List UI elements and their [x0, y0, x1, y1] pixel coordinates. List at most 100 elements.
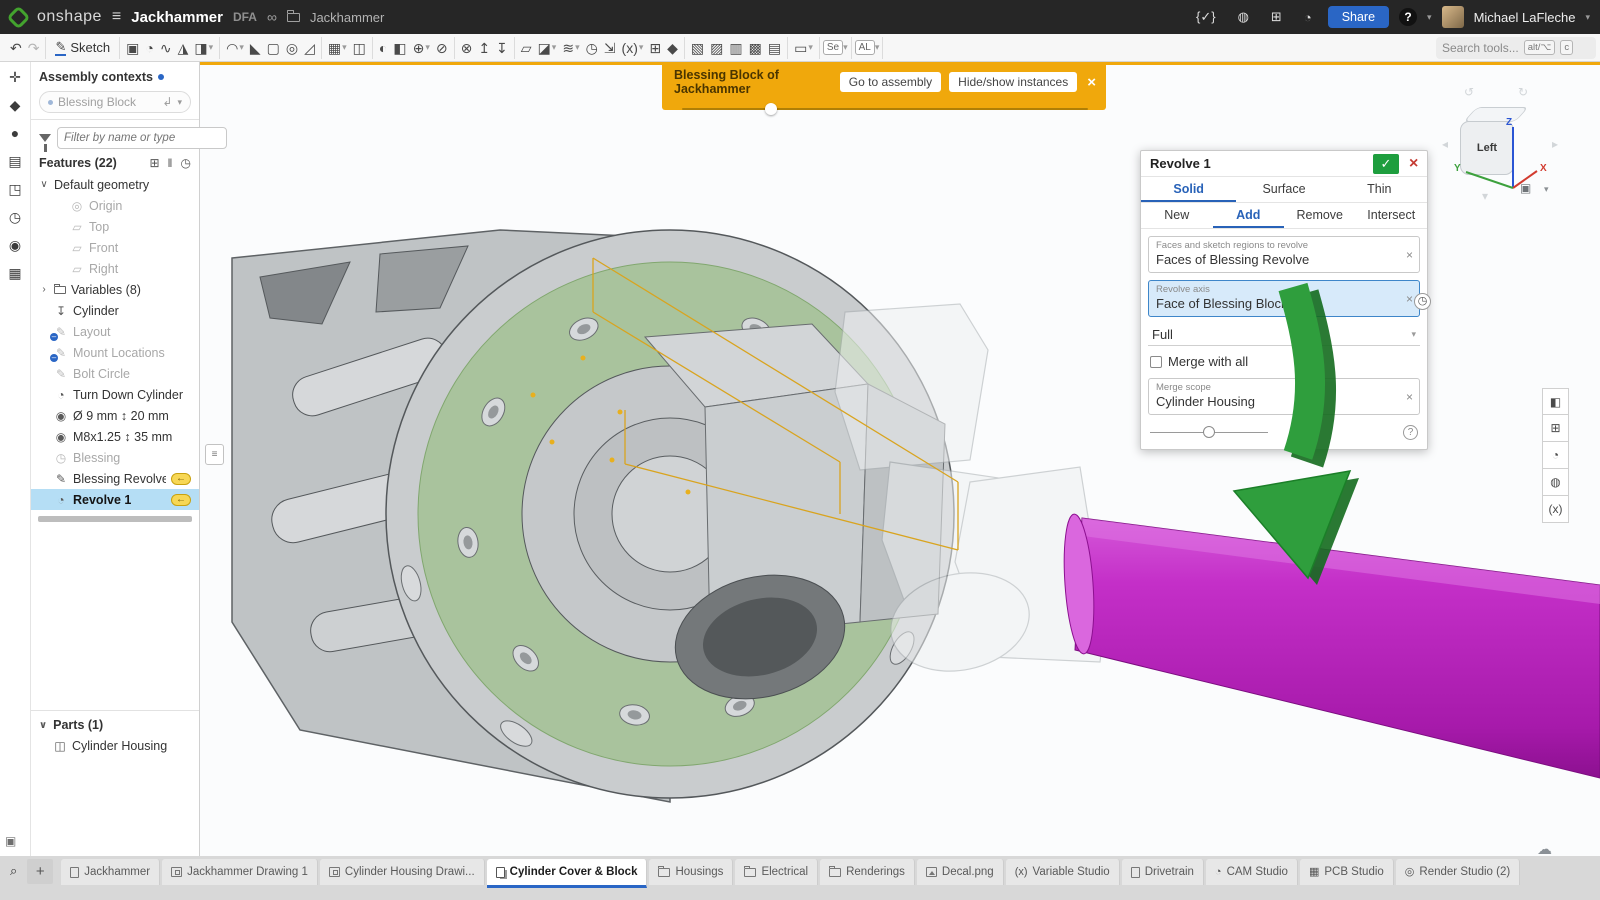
- tool-delete-part-button[interactable]: ⊘: [434, 39, 450, 57]
- tool-import-derived-button[interactable]: ⇲: [602, 39, 618, 57]
- revolve-type-dropdown[interactable]: Full ▾: [1148, 324, 1420, 346]
- rollback-history-icon[interactable]: ◷: [181, 156, 191, 170]
- revolve-axis-field[interactable]: Revolve axis Face of Blessing Block ×: [1148, 280, 1420, 317]
- chevron-down-icon[interactable]: ▾: [639, 42, 644, 53]
- feature-row-m8x1-25-35-mm[interactable]: ◉M8x1.25 ↕ 35 mm: [31, 426, 199, 447]
- view-options-caret-icon[interactable]: ▾: [1544, 184, 1549, 195]
- tool-flat-pattern-button[interactable]: ▭▾: [792, 39, 815, 57]
- chevron-down-icon[interactable]: ▾: [239, 42, 244, 53]
- rollback-bar[interactable]: [38, 516, 192, 522]
- mate-connector-icon[interactable]: ◷: [1414, 293, 1431, 310]
- breadcrumb-folder[interactable]: Jackhammer: [310, 10, 384, 25]
- search-model-icon[interactable]: ◉: [9, 238, 21, 253]
- doc-tab-electrical[interactable]: Electrical: [735, 859, 818, 885]
- render-image-icon[interactable]: ▣: [5, 834, 16, 848]
- context-pill-caret-icon[interactable]: ▾: [177, 97, 182, 108]
- appearance-panel-icon[interactable]: ◧: [1542, 388, 1569, 415]
- comments-icon[interactable]: ●: [11, 126, 19, 141]
- doc-tab-render-studio-2[interactable]: ◎Render Studio (2): [1396, 859, 1520, 885]
- history-icon[interactable]: ◷: [9, 210, 21, 225]
- doc-tab-drivetrain[interactable]: Drivetrain: [1122, 859, 1204, 885]
- tool-delete-face-button[interactable]: ⊗: [459, 39, 475, 57]
- tool-undo-button[interactable]: ↶: [8, 39, 24, 57]
- feature-row-cylinder[interactable]: ↧Cylinder: [31, 300, 199, 321]
- chevron-down-icon[interactable]: ▾: [575, 42, 580, 53]
- dialog-opacity-slider[interactable]: [1150, 432, 1268, 434]
- user-menu-caret-icon[interactable]: ▾: [1585, 12, 1590, 23]
- doc-tab-cylinder-housing-drawi[interactable]: Cylinder Housing Drawi...: [320, 859, 485, 885]
- clear-selection-icon[interactable]: ×: [1406, 390, 1413, 404]
- doc-tab-jackhammer[interactable]: Jackhammer: [61, 859, 160, 885]
- doc-tab-housings[interactable]: Housings: [649, 859, 733, 885]
- selection-filter-badge[interactable]: Se: [823, 40, 843, 55]
- featurescript-icon[interactable]: {✓}: [1196, 9, 1216, 25]
- chevron-down-icon[interactable]: ▾: [342, 42, 347, 53]
- configuration-panel-icon[interactable]: ⊞: [1542, 415, 1569, 442]
- tool-redo-button[interactable]: ↷: [26, 39, 42, 57]
- hamburger-menu-icon[interactable]: ≡: [112, 8, 121, 26]
- tab-thin[interactable]: Thin: [1332, 177, 1427, 202]
- context-opacity-slider[interactable]: [682, 108, 1088, 110]
- feature-row-front[interactable]: ▱Front: [31, 237, 199, 258]
- cancel-button[interactable]: ×: [1403, 154, 1423, 174]
- suppress-icon[interactable]: ‖: [168, 156, 173, 170]
- feature-row-blessing[interactable]: ◷Blessing: [31, 447, 199, 468]
- tool-shell-button[interactable]: ▢: [265, 39, 282, 57]
- doc-tab-cam-studio[interactable]: ◔CAM Studio: [1206, 859, 1298, 885]
- tool-plane-button[interactable]: ▱: [519, 39, 534, 57]
- tab-search-icon[interactable]: ⌕: [10, 863, 17, 879]
- link-icon[interactable]: ∞: [267, 9, 277, 25]
- tool-sheet-metal-corner-button[interactable]: ▩: [747, 39, 764, 57]
- hide-show-instances-button[interactable]: Hide/show instances: [949, 72, 1077, 92]
- slider-knob[interactable]: [1203, 426, 1215, 438]
- tool-mirror-button[interactable]: ◫: [351, 39, 368, 57]
- tool-variable-button[interactable]: (x)▾: [620, 39, 646, 57]
- material-panel-icon[interactable]: ◍: [1542, 469, 1569, 496]
- properties-list-icon[interactable]: ▦: [8, 266, 21, 281]
- help-caret-icon[interactable]: ▾: [1427, 12, 1432, 23]
- tab-add[interactable]: Add: [1213, 203, 1285, 228]
- notifications-bell-icon[interactable]: ◍: [1238, 9, 1249, 25]
- apps-grid-icon[interactable]: ⊞: [1271, 9, 1282, 25]
- tool-sweep-button[interactable]: ∿: [158, 39, 174, 57]
- view-options-cube-icon[interactable]: ▣: [1520, 181, 1531, 195]
- clear-selection-icon[interactable]: ×: [1406, 248, 1413, 262]
- tool-sheet-metal-tab-button[interactable]: ▥: [727, 39, 744, 57]
- learning-center-icon[interactable]: ◔: [1304, 10, 1312, 25]
- banner-close-icon[interactable]: ×: [1087, 75, 1096, 90]
- tool-fillet-button[interactable]: ◠▾: [224, 39, 246, 57]
- chevron-down-icon[interactable]: ∨: [39, 179, 49, 190]
- tool-move-face-button[interactable]: ↥: [476, 39, 492, 57]
- part-row-cylinder-housing[interactable]: ◫Cylinder Housing: [31, 735, 199, 756]
- clear-selection-icon[interactable]: ×: [1406, 292, 1413, 306]
- sketch-button[interactable]: ✎ Sketch: [49, 40, 116, 56]
- canvas-list-handle-icon[interactable]: ≡: [205, 444, 224, 465]
- feature-row-default-geometry[interactable]: ∨Default geometry: [31, 174, 199, 195]
- doc-tab-cylinder-cover-block[interactable]: Cylinder Cover & Block: [487, 859, 648, 888]
- confirm-button[interactable]: ✓: [1373, 154, 1399, 174]
- doc-tab-jackhammer-drawing-1[interactable]: Jackhammer Drawing 1: [162, 859, 318, 885]
- tool-revolve-button[interactable]: ◔: [143, 39, 155, 57]
- user-avatar[interactable]: [1442, 6, 1464, 28]
- filter-funnel-icon[interactable]: [39, 134, 51, 142]
- tool-split-button[interactable]: ◧: [391, 39, 408, 57]
- tool-loft-button[interactable]: ◮: [176, 39, 191, 57]
- tab-intersect[interactable]: Intersect: [1356, 203, 1428, 228]
- feature-row-turn-down-cylinder[interactable]: ◔Turn Down Cylinder: [31, 384, 199, 405]
- tool-frames-button[interactable]: ⊞: [647, 39, 663, 57]
- selection-filter-caret-icon[interactable]: ▾: [843, 42, 848, 53]
- appearance-list-caret-icon[interactable]: ▾: [875, 42, 880, 53]
- view-cube[interactable]: ↺ ↻ ◂ ▸ ▾ Left Z X Y ▣ ▾: [1440, 85, 1570, 207]
- chevron-down-icon[interactable]: ▾: [425, 42, 430, 53]
- tool-replace-face-button[interactable]: ↧: [494, 39, 510, 57]
- merge-with-all-checkbox[interactable]: Merge with all: [1150, 354, 1418, 369]
- feature-row-variables-8[interactable]: ›Variables (8): [31, 279, 199, 300]
- tab-remove[interactable]: Remove: [1284, 203, 1356, 228]
- parts-header[interactable]: ∨ Parts (1): [31, 715, 199, 735]
- tool-linear-pattern-button[interactable]: ▦▾: [326, 39, 349, 57]
- tool-tag-button[interactable]: ◆: [665, 39, 680, 57]
- tab-surface[interactable]: Surface: [1236, 177, 1331, 202]
- search-tools-input[interactable]: Search tools... alt/⌥ c: [1436, 37, 1596, 59]
- feature-row-right[interactable]: ▱Right: [31, 258, 199, 279]
- faces-to-revolve-field[interactable]: Faces and sketch regions to revolve Face…: [1148, 236, 1420, 273]
